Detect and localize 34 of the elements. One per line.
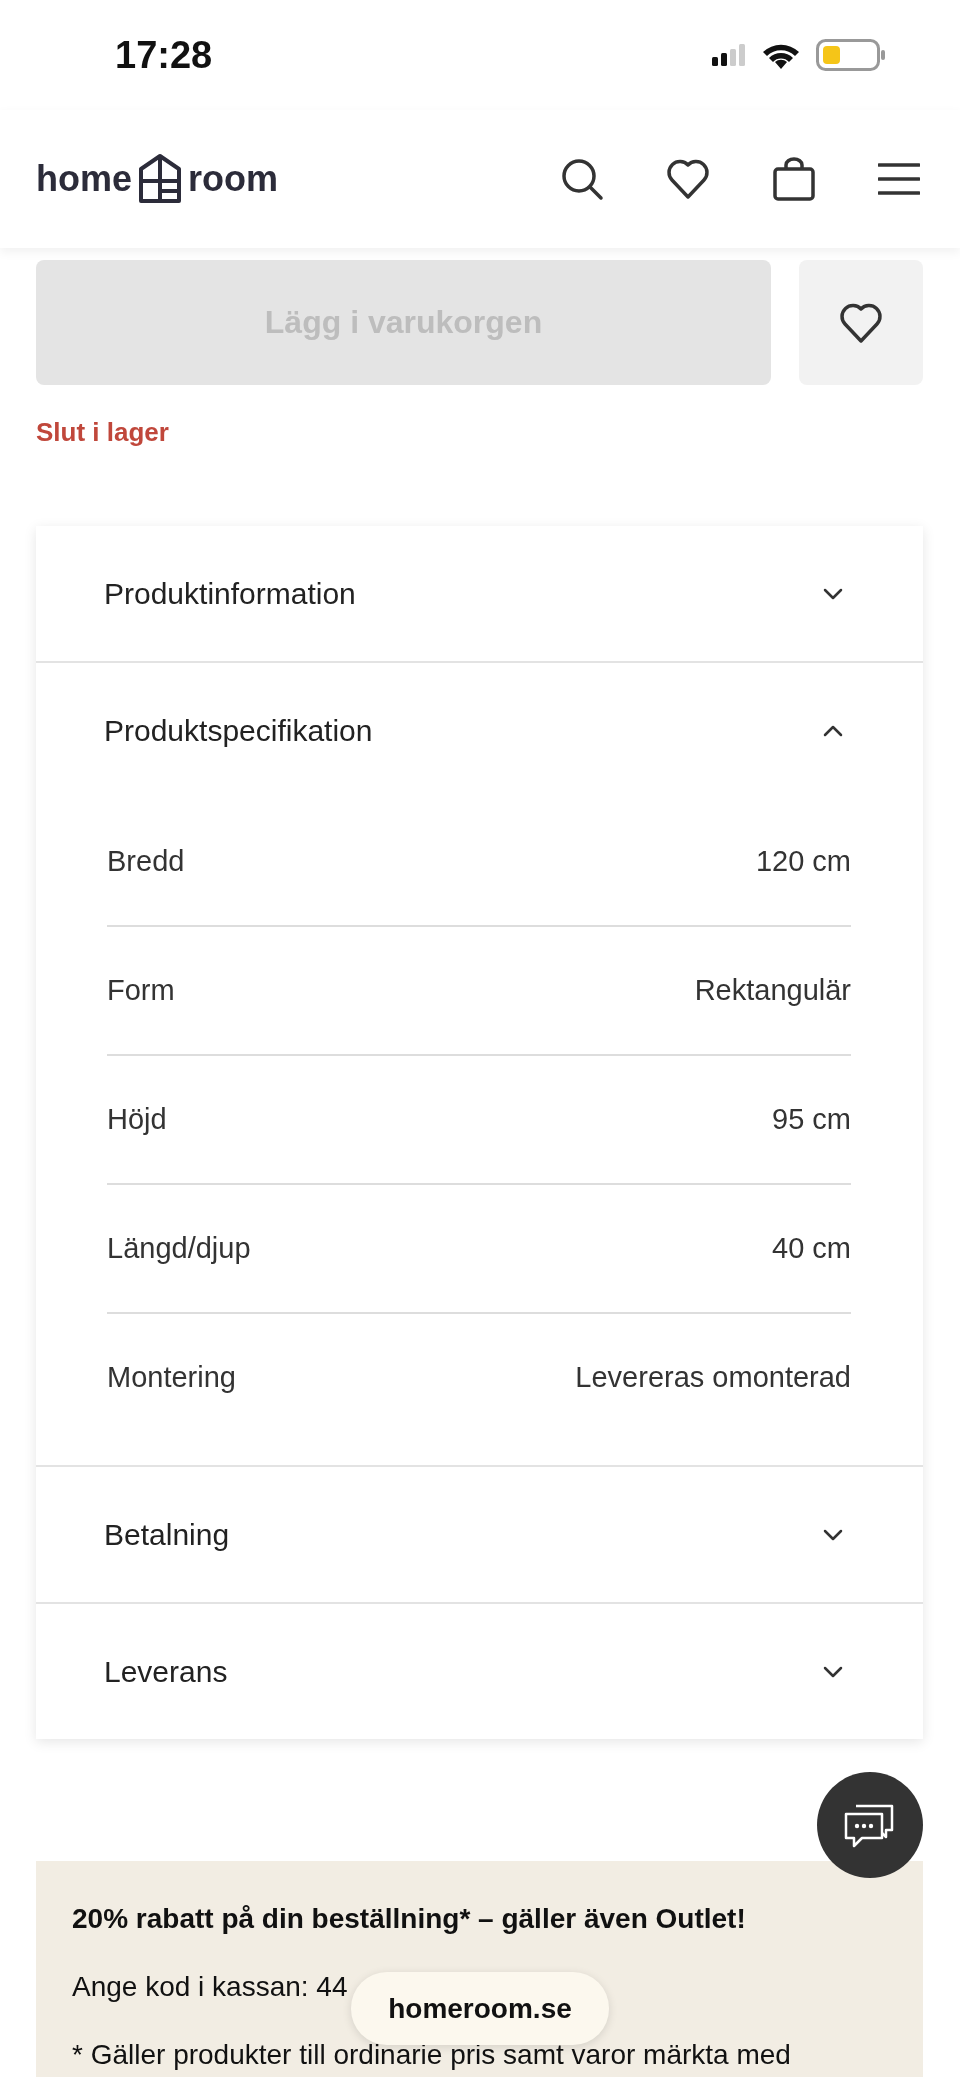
accordion-header[interactable]: Leverans — [36, 1604, 923, 1739]
spec-value: Levereras omonterad — [575, 1361, 851, 1394]
promo-title: 20% rabatt på din beställning* – gäller även Outlet! — [72, 1903, 747, 1935]
status-time: 17:28 — [115, 33, 213, 77]
promo-code-text: Ange kod i kassan: 44 — [72, 1971, 349, 2003]
wishlist-button[interactable] — [799, 260, 923, 385]
chevron-icon — [823, 587, 843, 600]
chevron-icon — [823, 1528, 843, 1541]
accordion-header[interactable]: Produktinformation — [36, 526, 923, 661]
signal-icon — [712, 44, 746, 66]
accordion-header[interactable]: Produktspecifikation — [36, 663, 923, 798]
accordion-header[interactable]: Betalning — [36, 1467, 923, 1602]
logo-text[interactable]: home — [36, 158, 132, 200]
spec-value: 95 cm — [772, 1103, 851, 1136]
menu-icon[interactable] — [878, 163, 920, 195]
search-icon[interactable] — [560, 157, 604, 201]
spec-label: Form — [107, 974, 175, 1007]
chevron-icon — [823, 724, 843, 737]
chevron-icon — [823, 1665, 843, 1678]
url-pill[interactable]: homeroom.se — [351, 1972, 609, 2045]
shopping-bag-icon[interactable] — [772, 157, 816, 201]
spec-label: Längd/djup — [107, 1232, 251, 1265]
spec-label: Bredd — [107, 845, 185, 878]
heart-icon[interactable] — [666, 158, 710, 200]
battery-icon — [816, 39, 886, 71]
spec-value: 40 cm — [772, 1232, 851, 1265]
heart-icon — [839, 301, 883, 344]
stock-status: Slut i lager — [36, 417, 169, 448]
logo-text[interactable]: room — [188, 158, 278, 200]
spec-value: Rektangulär — [694, 974, 851, 1007]
spec-label: Montering — [107, 1361, 236, 1394]
spec-label: Höjd — [107, 1103, 167, 1136]
house-logo-icon — [138, 153, 182, 205]
spec-value: 120 cm — [755, 845, 851, 878]
